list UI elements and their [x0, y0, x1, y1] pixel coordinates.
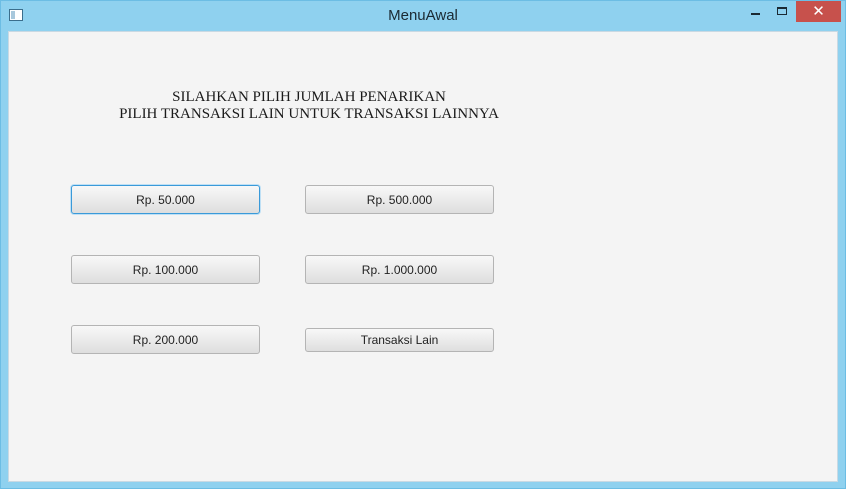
menu-panel: SILAHKAN PILIH JUMLAH PENARIKAN PILIH TR… — [8, 31, 838, 482]
withdraw-100000-button[interactable]: Rp. 100.000 — [71, 255, 260, 284]
other-transaction-button[interactable]: Transaksi Lain — [305, 328, 494, 352]
close-icon: ✕ — [812, 2, 825, 20]
maximize-icon[interactable] — [770, 1, 794, 22]
withdraw-50000-button[interactable]: Rp. 50.000 — [71, 185, 260, 214]
withdraw-1000000-button[interactable]: Rp. 1.000.000 — [305, 255, 494, 284]
instruction-line-1: SILAHKAN PILIH JUMLAH PENARIKAN — [172, 89, 446, 105]
app-window: MenuAwal ✕ SILAHKAN PILIH JUMLAH PENARIK… — [0, 0, 846, 489]
title-bar[interactable]: MenuAwal ✕ — [1, 1, 845, 31]
window-title: MenuAwal — [388, 7, 458, 24]
withdraw-500000-button[interactable]: Rp. 500.000 — [305, 185, 494, 214]
minimize-icon[interactable] — [743, 1, 769, 22]
instruction-line-2: PILIH TRANSAKSI LAIN UNTUK TRANSAKSI LAI… — [119, 106, 499, 122]
withdraw-200000-button[interactable]: Rp. 200.000 — [71, 325, 260, 354]
close-button[interactable]: ✕ — [796, 1, 841, 22]
